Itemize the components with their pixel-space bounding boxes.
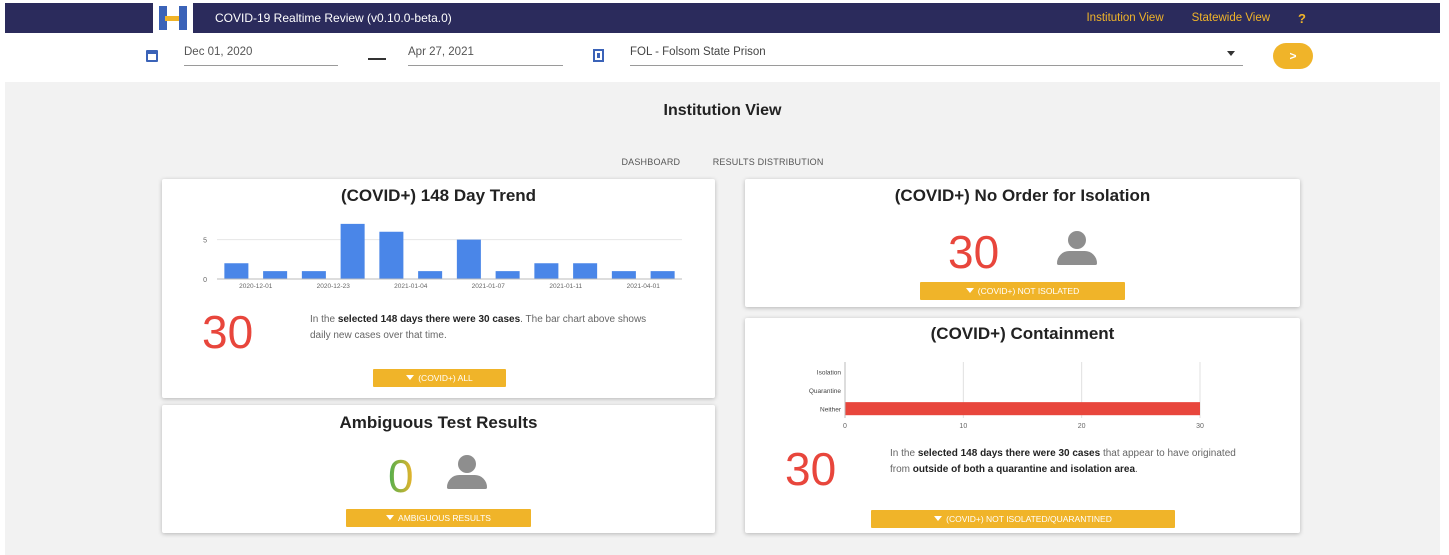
- ambiguous-card: Ambiguous Test Results 0 AMBIGUOUS RESUL…: [162, 405, 715, 533]
- trend-card: (COVID+) 148 Day Trend 0 5 2020-12-01 2020-…: [162, 179, 715, 398]
- y-tick-label: 0: [203, 277, 207, 284]
- trend-bar: [301, 271, 326, 279]
- category-label: Quarantine: [809, 388, 842, 395]
- x-tick-label: 2021-01-07: [472, 283, 506, 290]
- trend-bar: [573, 263, 598, 279]
- ambiguous-results-filter-button[interactable]: AMBIGUOUS RESULTS: [346, 509, 531, 527]
- chevron-down-icon[interactable]: [1227, 51, 1235, 56]
- isolation-card: (COVID+) No Order for Isolation 30 (COVI…: [745, 179, 1300, 307]
- trend-bar: [379, 231, 404, 279]
- trend-bar-chart: 0 5 2020-12-01 2020-12-23 2021-01-04 2021-01-…: [203, 223, 682, 290]
- filter-icon: [965, 288, 974, 294]
- x-tick-label: 2021-01-11: [549, 283, 582, 290]
- date-range-separator: [368, 58, 386, 60]
- filter-bar: Dec 01, 2020 Apr 27, 2021 FOL - Folsom S…: [0, 33, 1449, 81]
- trend-bar: [456, 239, 481, 279]
- app-logo-icon[interactable]: [153, 3, 193, 33]
- y-tick-label: 5: [203, 238, 207, 245]
- top-nav-bar: COVID-19 Realtime Review (v0.10.0-beta.0…: [5, 3, 1440, 33]
- person-icon: [447, 455, 487, 491]
- x-tick-label: 2020-12-01: [239, 283, 273, 290]
- ambiguous-count: 0: [388, 450, 414, 502]
- trend-bar: [263, 271, 288, 279]
- not-isolated-quarantined-filter-button[interactable]: (COVID+) NOT ISOLATED/QUARANTINED: [871, 510, 1175, 528]
- institution-select[interactable]: FOL - Folsom State Prison: [630, 44, 1243, 66]
- trend-bar: [611, 271, 636, 279]
- category-label: Neither: [820, 407, 842, 414]
- filter-icon: [406, 375, 415, 381]
- containment-bar-chart: 0 10 20 30 Isolation Quarantine Neither: [809, 362, 1204, 430]
- trend-bar: [224, 263, 249, 279]
- trend-description: In the selected 148 days there were 30 c…: [310, 314, 647, 341]
- containment-card-title: (COVID+) Containment: [930, 324, 1115, 343]
- isolation-card-title: (COVID+) No Order for Isolation: [894, 186, 1151, 205]
- trend-bar: [650, 271, 675, 279]
- isolation-case-count: 30: [948, 226, 1000, 278]
- trend-bar: [340, 223, 365, 279]
- x-tick-label: 2020-12-23: [317, 283, 351, 290]
- trend-card-title: (COVID+) 148 Day Trend: [340, 186, 537, 205]
- x-tick-label: 0: [843, 423, 847, 430]
- filter-icon: [386, 515, 395, 521]
- containment-description: In the selected 148 days there were 30 c…: [890, 448, 1236, 475]
- containment-card: (COVID+) Containment 0 10 20 30 Isolation Qua…: [745, 318, 1300, 533]
- containment-bar: [845, 402, 1200, 416]
- calendar-icon: [146, 50, 158, 62]
- x-tick-label: 10: [959, 423, 967, 430]
- containment-case-count: 30: [785, 443, 837, 495]
- x-tick-label: 2021-04-01: [627, 283, 661, 290]
- ambiguous-card-title: Ambiguous Test Results: [339, 413, 538, 432]
- help-icon[interactable]: ?: [1298, 11, 1306, 26]
- institution-select-value: FOL - Folsom State Prison: [630, 46, 766, 58]
- filter-icon: [934, 516, 943, 522]
- trend-case-count: 30: [202, 306, 254, 358]
- nav-statewide-view[interactable]: Statewide View: [1192, 12, 1270, 24]
- page-title: Institution View: [663, 102, 782, 119]
- not-isolated-filter-button[interactable]: (COVID+) NOT ISOLATED: [920, 282, 1125, 300]
- apply-filter-button[interactable]: >: [1273, 43, 1313, 69]
- start-date-field[interactable]: Dec 01, 2020: [184, 44, 338, 66]
- x-tick-label: 2021-01-04: [394, 283, 428, 290]
- building-icon: [593, 49, 604, 62]
- x-tick-label: 30: [1196, 423, 1204, 430]
- covid-all-filter-button[interactable]: (COVID+) ALL: [373, 369, 506, 387]
- app-title: COVID-19 Realtime Review (v0.10.0-beta.0…: [215, 11, 452, 25]
- trend-bar: [418, 271, 443, 279]
- tab-results-distribution[interactable]: RESULTS DISTRIBUTION: [713, 157, 824, 167]
- view-tabs: DASHBOARD RESULTS DISTRIBUTION: [5, 152, 1440, 170]
- x-tick-label: 20: [1078, 423, 1086, 430]
- nav-institution-view[interactable]: Institution View: [1086, 12, 1163, 24]
- main-content: Institution View DASHBOARD RESULTS DISTR…: [5, 82, 1440, 555]
- tab-dashboard[interactable]: DASHBOARD: [621, 157, 680, 167]
- person-icon: [1057, 231, 1097, 267]
- category-label: Isolation: [817, 369, 842, 376]
- trend-bar: [534, 263, 559, 279]
- trend-bar: [495, 271, 520, 279]
- end-date-field[interactable]: Apr 27, 2021: [408, 44, 563, 66]
